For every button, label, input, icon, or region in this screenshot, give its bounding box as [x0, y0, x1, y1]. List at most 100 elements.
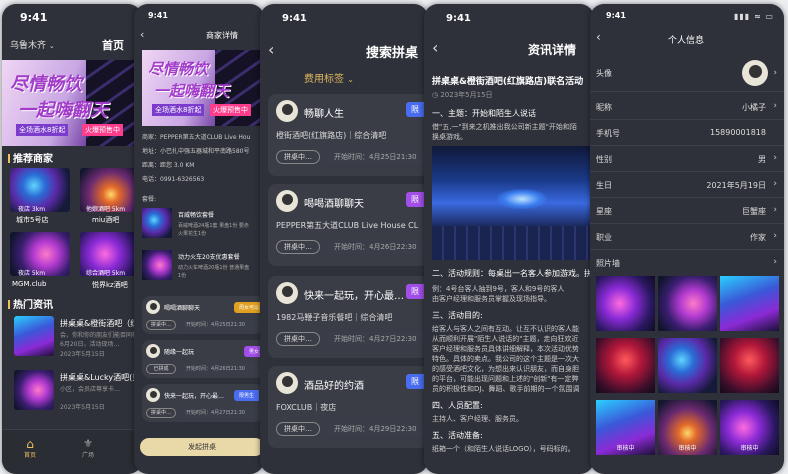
page-title: 搜索拼桌 — [366, 46, 419, 61]
join-status-button[interactable]: 已拼成 — [146, 364, 176, 374]
tab-home[interactable]: ⌂ 首页 — [24, 438, 36, 459]
post-user: 喝喝酒聊聊天 — [164, 305, 201, 312]
join-status-button[interactable]: 拼桌中… — [146, 408, 176, 418]
cost-filter-dropdown[interactable]: 费用标签 ⌄ — [304, 70, 354, 85]
stage-floor — [432, 225, 594, 260]
profile-row-photo-wall[interactable]: 照片墙 › — [590, 250, 784, 276]
photo-thumbnail[interactable]: 审核中 — [596, 400, 655, 455]
promo-banner[interactable]: 尽情畅饮 一起嗨翻天 全场酒水8折起 火爆预售中 — [2, 60, 142, 146]
paragraph-line: 特色。具体的卖点。我公司的这个主题是一次大 — [432, 355, 579, 363]
profile-row-gender[interactable]: 性别 男 › — [590, 146, 784, 172]
section-label: 推荐商家 — [13, 154, 53, 165]
tab-square[interactable]: ⚜ 广场 — [82, 438, 94, 460]
gender-badge: 限男生 — [234, 390, 260, 401]
photo-thumbnail[interactable] — [720, 276, 779, 331]
news-date: 2023年5月15日 — [60, 351, 105, 358]
banner-tag: 全场酒水8折起 — [16, 124, 69, 136]
join-status-button[interactable]: 拼桌中… — [276, 422, 320, 436]
back-arrow-icon[interactable]: ‹ — [596, 30, 601, 44]
post-user: 酒品好的约酒 — [304, 381, 364, 392]
banner-tag: 全场酒水8折起 — [152, 104, 205, 116]
home-icon: ⌂ — [26, 437, 34, 451]
section-title-merchants: 推荐商家 — [8, 150, 53, 165]
news-summary: 会，你和你的朋友们能否同样 — [60, 332, 139, 339]
merchant-name: 商家：PEPPER第五大道CLUB Live Hou — [142, 134, 251, 141]
page-title: 资讯详情 — [528, 43, 577, 57]
page-title: 首页 — [102, 39, 124, 52]
start-time: 开始时间：4月25日21:30 — [182, 320, 260, 330]
paragraph-line: 例：4号台客人抽到9号，客人和9号的客人 — [432, 285, 565, 293]
merchant-name: miu酒吧 — [92, 216, 120, 224]
row-value: 作家 — [750, 233, 766, 242]
photo-thumbnail[interactable]: 审核中 — [720, 400, 779, 455]
join-status-button[interactable]: 拼桌中… — [276, 240, 320, 254]
status-bar: 9:41 ▮▮▮ ≈ ▭ — [590, 4, 784, 30]
back-arrow-icon[interactable]: ‹ — [140, 28, 144, 41]
post-user: 喝喝酒聊聊天 — [304, 199, 364, 210]
photo-thumbnail[interactable] — [720, 338, 779, 393]
merchant-detail-screen: 9:41 ‹ 商家详情 尽情畅饮 一起嗨翻天 全场酒水8折起 火爆预售中 商家：… — [134, 4, 264, 474]
photo-thumbnail[interactable] — [658, 338, 717, 393]
start-time: 开始时间：4月25日21:30 — [326, 150, 428, 164]
package-name[interactable]: 百威畅饮套餐 — [178, 210, 214, 219]
join-status-button[interactable]: 拼桌中… — [276, 332, 320, 346]
row-label: 生日 — [596, 181, 612, 190]
profile-row-avatar[interactable]: 头像 › — [590, 56, 784, 92]
avatar — [276, 282, 298, 304]
article-image — [432, 146, 594, 260]
news-title[interactable]: 拼桌桌&Lucky酒吧(贝 — [60, 372, 140, 383]
photo-thumbnail[interactable] — [658, 276, 717, 331]
photo-thumbnail[interactable] — [596, 276, 655, 331]
merchant-name: MGM.club — [12, 280, 47, 288]
section-heading: 四、人员配置: — [432, 401, 483, 410]
news-summary-2: 6月20日，活动现场… — [60, 341, 120, 348]
package-thumbnail[interactable] — [142, 250, 172, 280]
signal-wifi-battery-icon: ▮▮▮ ≈ ▭ — [733, 12, 774, 21]
back-arrow-icon[interactable]: ‹ — [268, 40, 274, 59]
section-heading: 三、活动目的: — [432, 311, 483, 320]
profile-row-occupation[interactable]: 职业 作家 › — [590, 224, 784, 250]
profile-row-nickname[interactable]: 昵称 小橘子 › — [590, 94, 784, 120]
screens-stage: 9:41 乌鲁木齐 ⌄ 首页 尽情畅饮 一起嗨翻天 全场酒水8折起 火爆预售中 … — [0, 0, 788, 474]
avatar — [276, 190, 298, 212]
news-title[interactable]: 拼桌桌&橙街酒吧（红 — [60, 318, 138, 329]
venue-name: 1982马鞭子音乐餐吧｜综合清吧 — [276, 313, 393, 322]
section-label: 热门资讯 — [13, 300, 53, 311]
status-time: 9:41 — [446, 13, 471, 24]
news-thumbnail[interactable] — [14, 316, 54, 356]
chevron-down-icon: ⌄ — [48, 42, 55, 50]
status-time: 9:41 — [20, 11, 48, 24]
package-thumbnail[interactable] — [142, 208, 172, 238]
section-heading: 二、活动规则：每桌出一名客人参加游戏。拼 — [432, 269, 592, 278]
join-status-button[interactable]: 拼桌中… — [146, 320, 176, 330]
news-date: 2023年5月15日 — [60, 404, 105, 411]
date-label: 2023年5月15日 — [440, 91, 493, 99]
banner-title-1: 尽情畅饮 — [10, 74, 82, 95]
profile-row-zodiac[interactable]: 星座 巨蟹座 › — [590, 198, 784, 224]
profile-row-birthday[interactable]: 生日 2021年5月19日 › — [590, 172, 784, 198]
section-marker — [8, 300, 10, 309]
start-table-label: 发起拼桌 — [188, 443, 216, 451]
back-arrow-icon[interactable]: ‹ — [432, 38, 438, 57]
news-summary: 小区，会员店尊享卡… — [60, 386, 121, 393]
join-status-button[interactable]: 拼桌中… — [276, 150, 320, 164]
banner-title-2: 一起嗨翻天 — [154, 82, 230, 100]
merchant-phone[interactable]: 电话：0991-6326563 — [142, 174, 204, 183]
status-time: 9:41 — [282, 13, 307, 24]
news-thumbnail[interactable] — [14, 370, 54, 410]
review-status: 审核中 — [678, 445, 697, 452]
package-desc: 动力火车啤酒20瓶1份 普通果盘 — [178, 265, 250, 271]
photo-thumbnail[interactable]: 审核中 — [658, 400, 717, 455]
merchant-name: 城市5号店 — [16, 216, 49, 224]
merchant-distance: 综合酒吧 5km — [86, 270, 126, 277]
package-name[interactable]: 动力火车20支优惠套餐 — [178, 252, 240, 261]
chevron-down-icon: ⌄ — [347, 75, 354, 84]
photo-thumbnail[interactable] — [596, 338, 655, 393]
start-time: 开始时间：4月27日22:30 — [326, 332, 428, 346]
paragraph-line: 从而顺利开展"陌生人说话的"主题，走向狂欢近 — [432, 335, 579, 343]
profile-row-phone[interactable]: 手机号 15890001818 — [590, 120, 784, 146]
start-table-button[interactable]: 发起拼桌 — [140, 438, 264, 456]
promo-banner[interactable]: 尽情畅饮 一起嗨翻天 全场酒水8折起 火爆预售中 — [142, 50, 264, 126]
city-selector[interactable]: 乌鲁木齐 ⌄ — [10, 38, 55, 51]
news-detail-screen: 9:41 ‹ 资讯详情 拼桌桌&橙街酒吧(红旗路店)联名活动 ◷ 2023年5月… — [424, 4, 594, 474]
